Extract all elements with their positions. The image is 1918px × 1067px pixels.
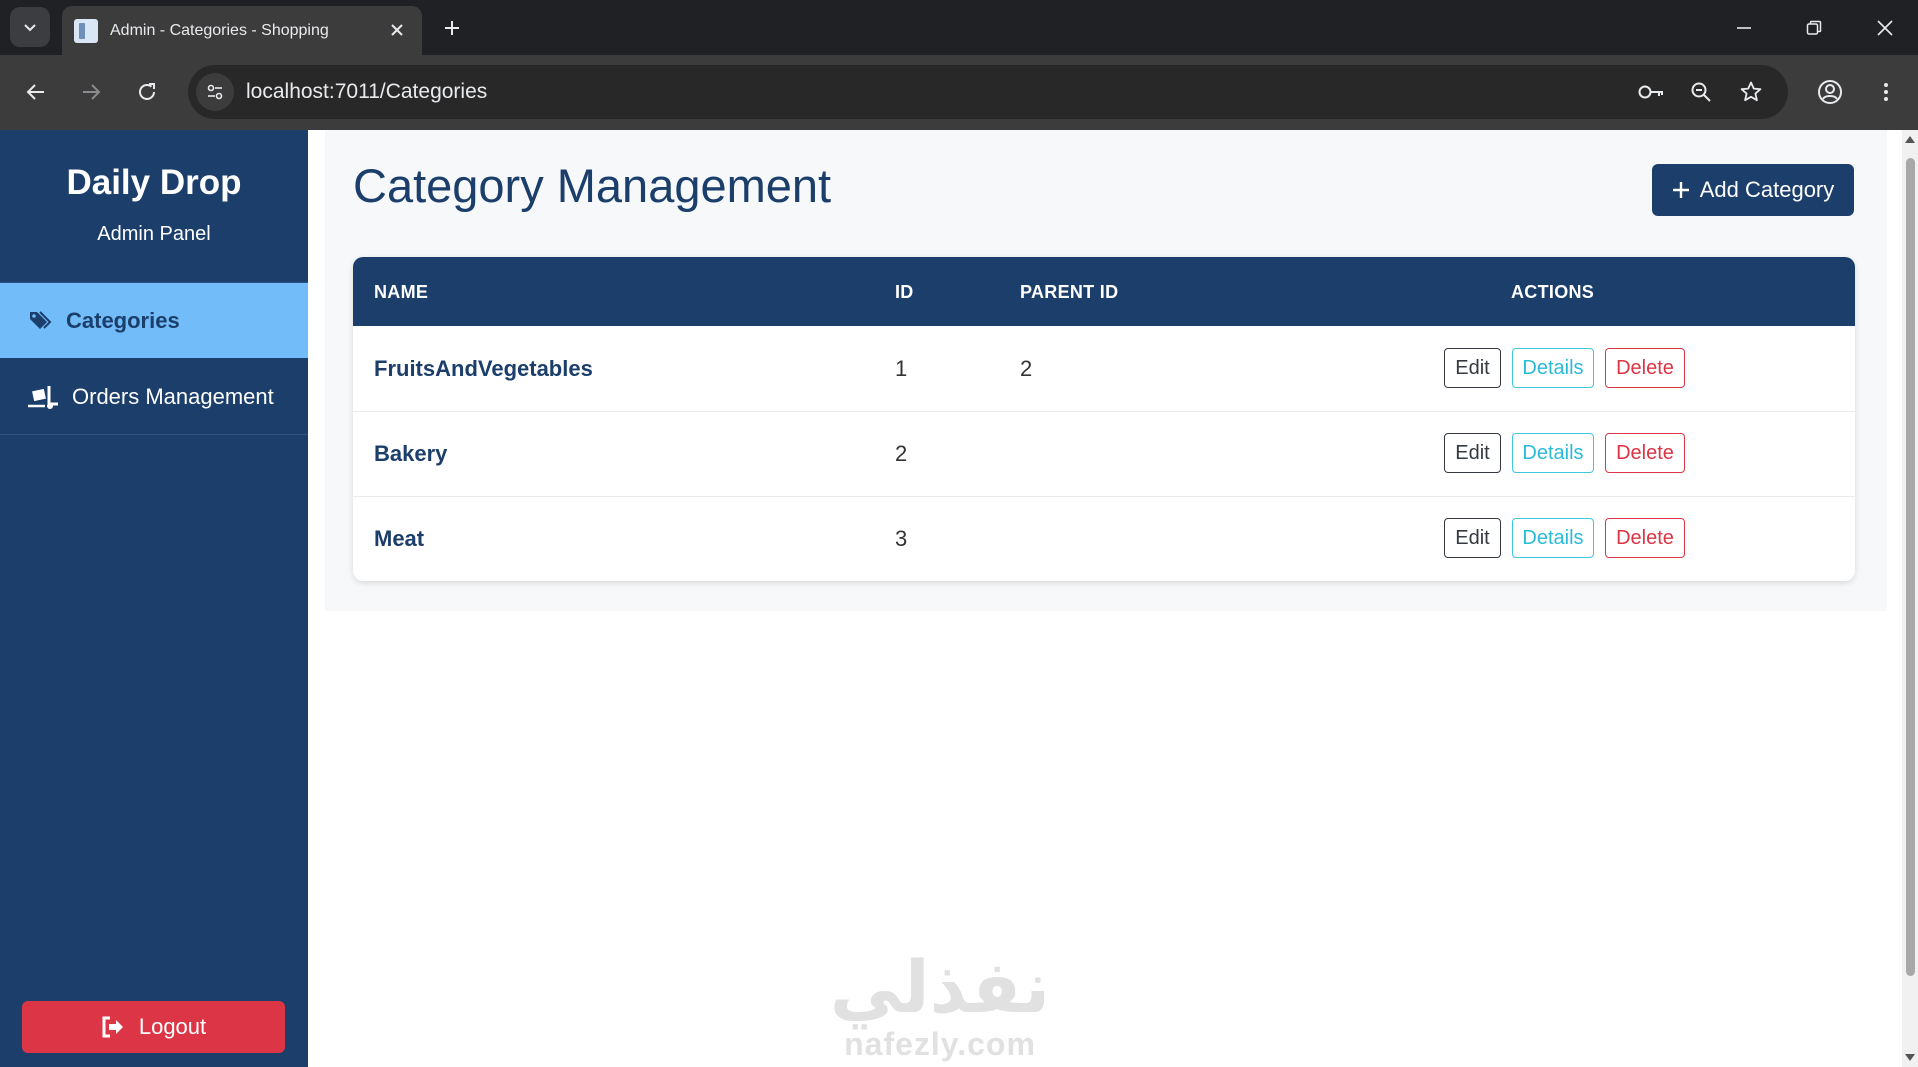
scroll-up-arrow-icon[interactable] (1905, 136, 1915, 143)
profile-button[interactable] (1810, 72, 1850, 112)
plus-icon (1672, 182, 1689, 198)
category-name: Meat (374, 526, 425, 551)
category-id: 1 (895, 356, 908, 381)
sidebar-item-categories[interactable]: Categories (0, 283, 308, 358)
edit-button[interactable]: Edit (1444, 518, 1501, 558)
categories-table: NAME ID PARENT ID ACTIONS FruitsAndVeget… (353, 257, 1855, 581)
table-row: Bakery 2 Edit Details Delete (353, 411, 1855, 497)
chevron-down-icon (24, 24, 36, 32)
tab-title: Admin - Categories - Shopping (110, 22, 329, 39)
reload-button[interactable] (125, 70, 169, 114)
bookmark-button[interactable] (1735, 76, 1767, 108)
category-id: 3 (895, 526, 908, 551)
main-content: Category Management Add Category NAME ID… (325, 130, 1887, 611)
truck-loading-icon (26, 382, 60, 412)
tab-search-button[interactable] (10, 7, 50, 47)
delete-button[interactable]: Delete (1605, 348, 1685, 388)
brand-name: Daily Drop (66, 163, 242, 202)
category-parent-id: 2 (1020, 356, 1033, 381)
category-id: 2 (895, 441, 908, 466)
browser-toolbar: localhost:7011/Categories (0, 55, 1918, 130)
sidebar-item-label: Categories (66, 307, 180, 333)
watermark-arabic: نفذلي (829, 948, 1051, 1028)
page-scrollbar[interactable] (1902, 130, 1918, 1067)
add-category-button[interactable]: Add Category (1652, 164, 1854, 216)
site-info-button[interactable] (196, 73, 234, 111)
zoom-icon (1691, 82, 1711, 102)
sidebar-item-label: Orders Management (72, 384, 274, 409)
edit-button[interactable]: Edit (1444, 348, 1501, 388)
watermark-latin: nafezly.com (844, 1026, 1036, 1062)
sidebar-item-orders-management[interactable]: Orders Management (0, 360, 308, 435)
back-button[interactable] (14, 70, 58, 114)
scroll-down-arrow-icon[interactable] (1905, 1054, 1915, 1061)
tab-close-button[interactable] (386, 19, 408, 41)
scrollbar-thumb[interactable] (1906, 158, 1915, 976)
brand-subtitle: Admin Panel (97, 223, 211, 245)
page-favicon-icon (74, 19, 98, 43)
plus-icon (445, 21, 459, 35)
minimize-icon (1737, 27, 1751, 29)
page-viewport: Daily Drop Admin Panel Categories Orders… (0, 130, 1918, 1067)
arrow-left-icon (26, 84, 44, 100)
details-button[interactable]: Details (1512, 518, 1594, 558)
star-icon (1740, 81, 1762, 102)
delete-button[interactable]: Delete (1605, 518, 1685, 558)
minimize-button[interactable] (1724, 8, 1764, 48)
password-key-button[interactable] (1635, 76, 1667, 108)
tune-icon (207, 84, 223, 100)
tags-icon (24, 306, 58, 336)
close-icon (1877, 20, 1893, 36)
details-button[interactable]: Details (1512, 348, 1594, 388)
column-header-actions: ACTIONS (1511, 282, 1595, 302)
column-header-id: ID (895, 282, 914, 302)
reload-icon (139, 83, 155, 100)
details-button[interactable]: Details (1512, 433, 1594, 473)
column-header-parent-id: PARENT ID (1020, 282, 1119, 302)
logout-button[interactable]: Logout (22, 1001, 285, 1053)
profile-icon (1818, 80, 1842, 104)
edit-button[interactable]: Edit (1444, 433, 1501, 473)
browser-tab-strip: Admin - Categories - Shopping (0, 0, 1918, 55)
sidebar-brand: Daily Drop Admin Panel (0, 130, 308, 283)
table-row: FruitsAndVegetables 1 2 Edit Details Del… (353, 326, 1855, 412)
url-text[interactable]: localhost:7011/Categories (246, 80, 487, 104)
sidebar: Daily Drop Admin Panel Categories Orders… (0, 130, 308, 1067)
column-header-name: NAME (374, 282, 429, 302)
table-header: NAME ID PARENT ID ACTIONS (353, 257, 1855, 326)
category-name: FruitsAndVegetables (374, 356, 593, 381)
sign-out-icon (102, 1016, 123, 1038)
delete-button[interactable]: Delete (1605, 433, 1685, 473)
browser-tab[interactable]: Admin - Categories - Shopping (62, 6, 422, 55)
watermark: نفذلي nafezly.com (820, 950, 1060, 1063)
key-icon (1638, 85, 1663, 99)
address-bar[interactable]: localhost:7011/Categories (188, 65, 1788, 119)
logout-label: Logout (138, 1014, 207, 1039)
window-close-button[interactable] (1865, 8, 1905, 48)
add-category-label: Add Category (1699, 177, 1835, 202)
close-icon (391, 24, 403, 36)
arrow-right-icon (83, 84, 101, 100)
table-row: Meat 3 Edit Details Delete (353, 496, 1855, 581)
forward-button[interactable] (69, 70, 113, 114)
more-vertical-icon (1884, 83, 1888, 101)
page-title: Category Management (353, 159, 832, 212)
new-tab-button[interactable] (436, 12, 468, 44)
category-name: Bakery (374, 441, 448, 466)
browser-menu-button[interactable] (1866, 72, 1906, 112)
restore-icon (1806, 20, 1822, 35)
restore-button[interactable] (1794, 8, 1834, 48)
zoom-button[interactable] (1685, 76, 1717, 108)
